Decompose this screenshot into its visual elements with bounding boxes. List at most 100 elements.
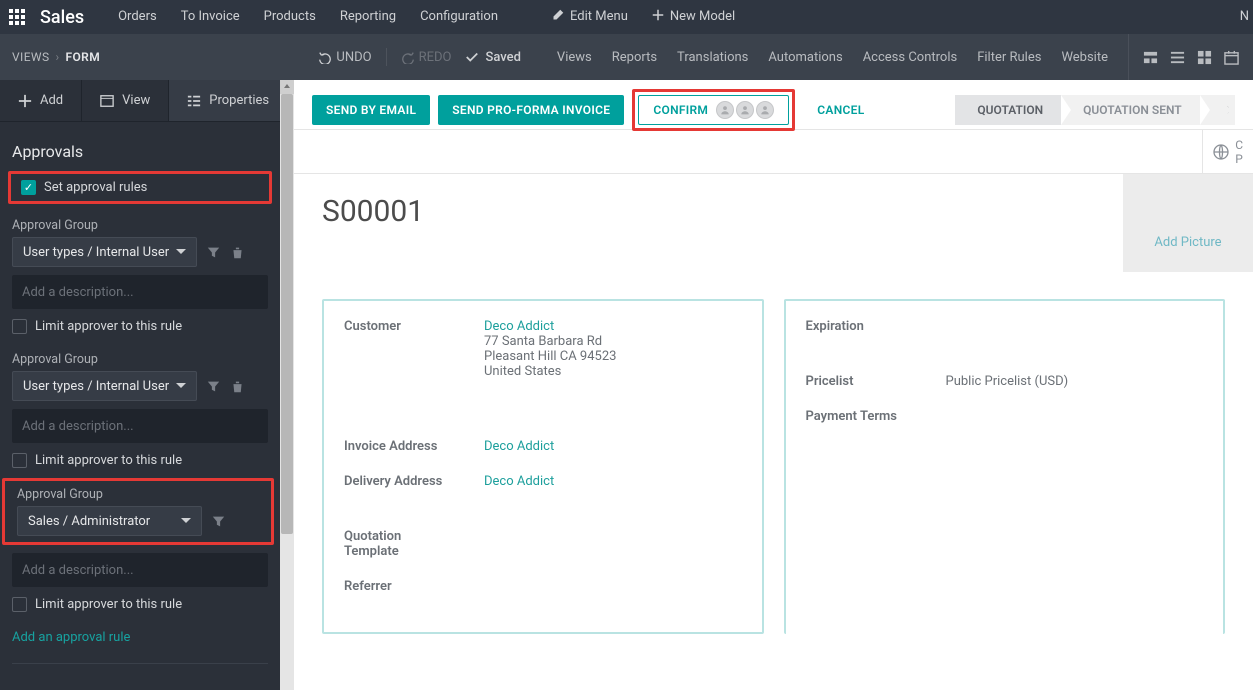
limit-label: Limit approver to this rule (35, 319, 182, 334)
filter-icon[interactable] (210, 513, 226, 529)
scroll-up-icon[interactable] (280, 80, 294, 94)
scroll-thumb[interactable] (281, 94, 293, 534)
customer-strip: C P (294, 130, 1253, 174)
breadcrumb-views[interactable]: VIEWS (12, 50, 50, 64)
properties-panel: Add View Properties Approvals Set approv… (0, 80, 280, 690)
nav-configuration[interactable]: Configuration (408, 0, 510, 34)
tab-view[interactable]: View (82, 80, 169, 121)
chevron-down-icon (176, 249, 186, 259)
edit-menu-button[interactable]: Edit Menu (540, 0, 640, 34)
nav-products[interactable]: Products (252, 0, 328, 34)
delete-icon[interactable] (229, 244, 245, 260)
cancel-button[interactable]: CANCEL (803, 95, 878, 125)
globe-line1: C (1235, 138, 1243, 152)
select-value: Sales / Administrator (28, 514, 150, 529)
new-model-button[interactable]: New Model (640, 0, 747, 34)
approval-group-select-3[interactable]: Sales / Administrator (17, 506, 202, 536)
undo-label: UNDO (336, 50, 371, 65)
delivery-address-link[interactable]: Deco Addict (484, 474, 554, 489)
breadcrumb: VIEWS › FORM (0, 50, 100, 64)
avatar-icon (716, 101, 734, 119)
calendar-view-icon[interactable] (1224, 50, 1239, 65)
customer-preview-button[interactable]: C P (1202, 130, 1253, 173)
nav-orders[interactable]: Orders (106, 0, 169, 34)
referrer-label: Referrer (344, 579, 484, 594)
address-line: United States (484, 364, 616, 379)
brand-title[interactable]: Sales (34, 7, 106, 28)
saved-indicator: Saved (465, 50, 520, 65)
pricelist-value: Public Pricelist (USD) (946, 374, 1069, 389)
approval-group-label: Approval Group (0, 338, 280, 371)
avatar-icon (736, 101, 754, 119)
apps-icon[interactable] (0, 9, 34, 25)
payment-terms-label: Payment Terms (806, 409, 946, 424)
subnav-reports[interactable]: Reports (612, 50, 657, 65)
scrollbar[interactable] (280, 80, 294, 690)
send-proforma-button[interactable]: SEND PRO-FORMA INVOICE (438, 95, 624, 125)
undo-button[interactable]: UNDO (318, 50, 371, 65)
add-approval-rule-link[interactable]: Add an approval rule (0, 616, 280, 659)
tab-properties[interactable]: Properties (169, 80, 280, 121)
invoice-address-link[interactable]: Deco Addict (484, 439, 554, 454)
button-bar: SEND BY EMAIL SEND PRO-FORMA INVOICE CON… (294, 80, 1253, 130)
limit-approver-row-3[interactable]: Limit approver to this rule (0, 587, 280, 616)
subnav-views[interactable]: Views (557, 50, 592, 65)
form-view: SEND BY EMAIL SEND PRO-FORMA INVOICE CON… (294, 80, 1253, 690)
list-view-icon[interactable] (1170, 50, 1185, 65)
chevron-down-icon (176, 383, 186, 393)
checkbox-icon (21, 180, 36, 195)
limit-label: Limit approver to this rule (35, 453, 182, 468)
add-picture-label: Add Picture (1154, 235, 1221, 250)
form-view-icon[interactable] (1143, 50, 1158, 65)
customer-link[interactable]: Deco Addict (484, 319, 616, 334)
nav-reporting[interactable]: Reporting (328, 0, 408, 34)
limit-approver-row-1[interactable]: Limit approver to this rule (0, 309, 280, 338)
filter-icon[interactable] (205, 244, 221, 260)
limit-approver-row-2[interactable]: Limit approver to this rule (0, 443, 280, 472)
saved-label: Saved (485, 50, 520, 65)
kanban-view-icon[interactable] (1197, 50, 1212, 65)
approval-group-select-1[interactable]: User types / Internal User (12, 237, 197, 267)
approval-group-select-2[interactable]: User types / Internal User (12, 371, 197, 401)
send-by-email-button[interactable]: SEND BY EMAIL (312, 95, 430, 125)
redo-label: REDO (419, 50, 452, 65)
redo-button[interactable]: REDO (401, 50, 452, 65)
confirm-button[interactable]: CONFIRM (638, 95, 789, 125)
description-input-1[interactable] (12, 275, 268, 309)
set-approval-rules-toggle[interactable]: Set approval rules (11, 174, 269, 201)
stage-quotation-sent[interactable]: QUOTATION SENT (1061, 95, 1200, 125)
right-column: Expiration Pricelist Public Pricelist (U… (784, 299, 1226, 634)
filter-icon[interactable] (205, 378, 221, 394)
expiration-label: Expiration (806, 319, 946, 334)
stage-quotation[interactable]: QUOTATION (955, 95, 1061, 125)
tab-properties-label: Properties (209, 93, 269, 108)
add-picture-box[interactable]: Add Picture (1123, 174, 1253, 272)
chevron-down-icon (181, 518, 191, 528)
select-value: User types / Internal User (23, 379, 169, 394)
globe-line2: P (1235, 152, 1243, 166)
subnav-website[interactable]: Website (1061, 50, 1108, 65)
description-input-2[interactable] (12, 409, 268, 443)
subnav-filter-rules[interactable]: Filter Rules (977, 50, 1041, 65)
approvals-title: Approvals (0, 122, 280, 171)
limit-label: Limit approver to this rule (35, 597, 182, 612)
divider (386, 48, 387, 66)
topbar-right[interactable]: N (1228, 0, 1253, 34)
tab-add-label: Add (40, 93, 63, 108)
set-approval-rules-label: Set approval rules (44, 180, 147, 195)
delivery-address-label: Delivery Address (344, 474, 484, 489)
subnav-access-controls[interactable]: Access Controls (863, 50, 958, 65)
checkbox-icon (12, 319, 27, 334)
tab-add[interactable]: Add (0, 80, 82, 121)
divider (12, 663, 268, 664)
subnav-automations[interactable]: Automations (768, 50, 842, 65)
description-input-3[interactable] (12, 553, 268, 587)
avatar-icon (756, 101, 774, 119)
breadcrumb-form: FORM (66, 50, 101, 64)
checkbox-icon (12, 597, 27, 612)
edit-menu-label: Edit Menu (570, 9, 628, 24)
delete-icon[interactable] (229, 378, 245, 394)
nav-to-invoice[interactable]: To Invoice (169, 0, 252, 34)
status-bar: QUOTATION QUOTATION SENT S (955, 95, 1235, 125)
subnav-translations[interactable]: Translations (677, 50, 748, 65)
